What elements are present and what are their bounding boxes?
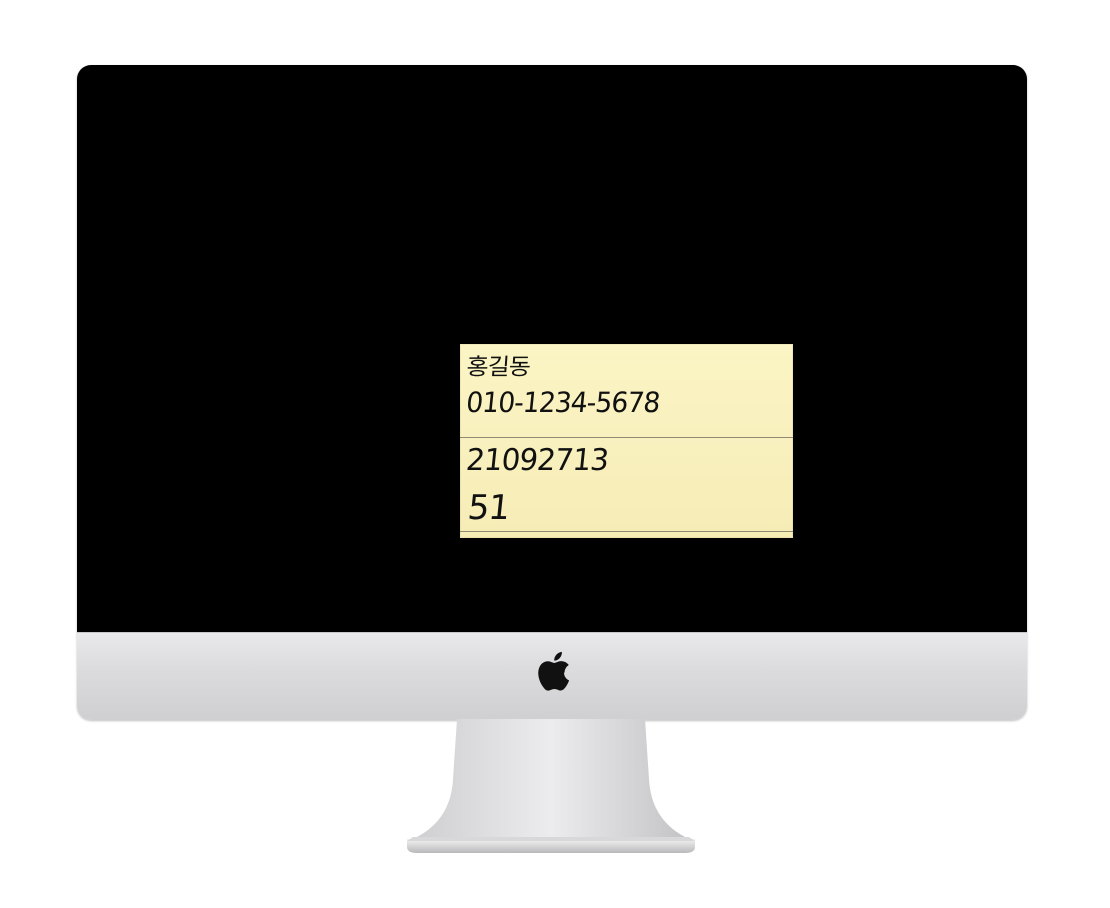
- monitor-chin: [77, 632, 1027, 720]
- apple-logo-icon: [538, 651, 570, 691]
- monitor-stand: [407, 719, 695, 853]
- note-phone-text: 010-1234-5678: [464, 386, 662, 419]
- imac-monitor: 홍길동 010-1234-5678 21092713 51: [77, 65, 1027, 720]
- note-name-text: 홍길동: [465, 353, 531, 381]
- note-rule-line: [460, 437, 793, 438]
- monitor-screen: 홍길동 010-1234-5678 21092713 51: [77, 65, 1027, 632]
- note-code-text: 21092713: [464, 443, 610, 478]
- note-rule-line: [460, 531, 793, 532]
- note-number-text: 51: [465, 488, 512, 528]
- page: { "sticky_note": { "line1": "홍길동", "line…: [0, 0, 1110, 908]
- sticky-note: 홍길동 010-1234-5678 21092713 51: [460, 344, 793, 538]
